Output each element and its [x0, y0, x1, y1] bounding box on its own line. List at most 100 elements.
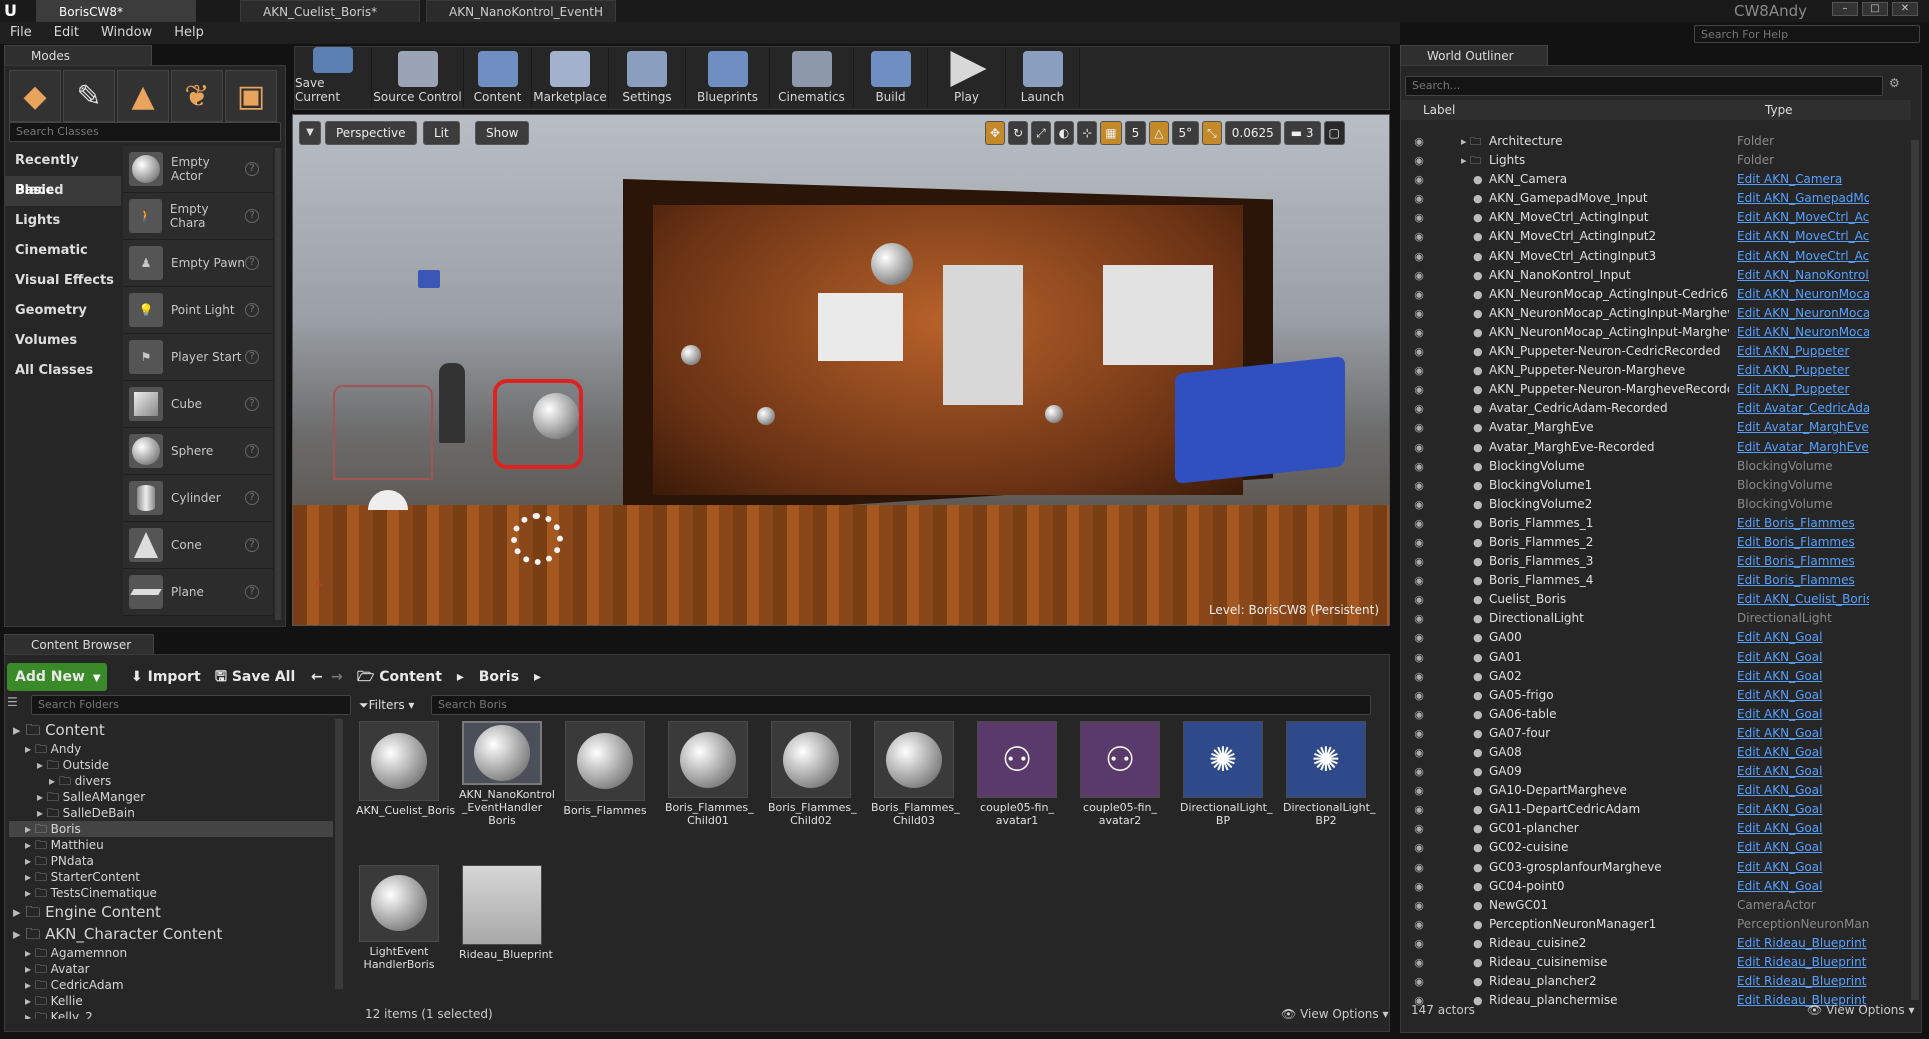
outliner-row[interactable]: ◉ ● GA05-frigo Edit AKN_Goal — [1401, 686, 1909, 705]
visibility-eye-icon[interactable]: ◉ — [1401, 552, 1437, 571]
asset-tile[interactable]: Boris_Flammes — [563, 721, 647, 827]
asset-tile[interactable]: ✺ DirectionalLight_ BP2 — [1283, 721, 1375, 827]
edit-blueprint-link[interactable]: Edit Avatar_CedricAdam — [1729, 399, 1869, 418]
edit-blueprint-link[interactable]: Edit AKN_NeuronMocap — [1729, 304, 1869, 323]
menu-help[interactable]: Help — [174, 22, 204, 44]
visibility-eye-icon[interactable]: ◉ — [1401, 819, 1437, 838]
outliner-scrollbar[interactable] — [1911, 140, 1919, 1000]
visibility-eye-icon[interactable]: ◉ — [1401, 571, 1437, 590]
world-space-icon[interactable]: ◐ — [1053, 121, 1075, 145]
scale-icon[interactable]: ⤢ — [1031, 121, 1051, 145]
visibility-eye-icon[interactable]: ◉ — [1401, 628, 1437, 647]
tab-nanokontrol[interactable]: AKN_NanoKontrol_EventH — [426, 0, 616, 22]
search-classes-input[interactable]: Search Classes — [9, 122, 281, 142]
lit-button[interactable]: Lit — [423, 121, 460, 145]
folder-item[interactable]: ▸ 🗀 divers — [9, 773, 333, 789]
edit-blueprint-link[interactable]: Edit AKN_Goal — [1729, 800, 1869, 819]
edit-blueprint-link[interactable]: Edit Avatar_MarghEve — [1729, 418, 1869, 437]
show-button[interactable]: Show — [475, 121, 530, 145]
visibility-eye-icon[interactable]: ◉ — [1401, 208, 1437, 227]
outliner-row[interactable]: ◉ ▸ 🗀 Lights Folder — [1401, 151, 1909, 170]
outliner-row[interactable]: ◉ ● GC01-plancher Edit AKN_Goal — [1401, 819, 1909, 838]
folder-item[interactable]: ▸ 🗀 Andy — [9, 741, 333, 757]
visibility-eye-icon[interactable]: ◉ — [1401, 915, 1437, 934]
modes-tab[interactable]: Modes — [4, 45, 152, 65]
place-sphere[interactable]: Sphere? — [123, 428, 273, 475]
outliner-row[interactable]: ◉ ● Rideau_cuisine2 Edit Rideau_Blueprint — [1401, 934, 1909, 953]
visibility-eye-icon[interactable]: ◉ — [1401, 266, 1437, 285]
outliner-row[interactable]: ◉ ● AKN_NanoKontrol_Input Edit AKN_NanoKon… — [1401, 266, 1909, 285]
outliner-row[interactable]: ◉ ● GA02 Edit AKN_Goal — [1401, 667, 1909, 686]
outliner-row[interactable]: ◉ ● GA01 Edit AKN_Goal — [1401, 648, 1909, 667]
visibility-eye-icon[interactable]: ◉ — [1401, 972, 1437, 991]
outliner-row[interactable]: ◉ ● AKN_MoveCtrl_ActingInput3 Edit AKN_Mov… — [1401, 247, 1909, 266]
edit-blueprint-link[interactable]: Edit AKN_Goal — [1729, 724, 1869, 743]
tab-cuelist[interactable]: AKN_Cuelist_Boris* — [240, 0, 420, 22]
close-icon[interactable]: ✕ — [1892, 2, 1918, 16]
visibility-eye-icon[interactable]: ◉ — [1401, 170, 1437, 189]
asset-tile[interactable]: Boris_Flammes_ Child01 — [665, 721, 754, 827]
outliner-row[interactable]: ◉ ● GA09 Edit AKN_Goal — [1401, 762, 1909, 781]
import-button[interactable]: ⬇ Import — [123, 663, 209, 691]
marketplace-button[interactable]: Marketplace — [532, 47, 609, 107]
folder-item[interactable]: ▸ 🗀 Matthieu — [9, 837, 333, 853]
tab-level[interactable]: BorisCW8* — [36, 0, 196, 22]
outliner-row[interactable]: ◉ ● AKN_MoveCtrl_ActingInput2 Edit AKN_Mov… — [1401, 227, 1909, 246]
visibility-eye-icon[interactable]: ◉ — [1401, 667, 1437, 686]
rotate-icon[interactable]: ↻ — [1008, 121, 1029, 145]
edit-blueprint-link[interactable]: Edit AKN_MoveCtrl_Acti — [1729, 227, 1869, 246]
outliner-row[interactable]: ◉ ● Cuelist_Boris Edit AKN_Cuelist_Boris — [1401, 590, 1909, 609]
edit-blueprint-link[interactable]: Edit AKN_Camera — [1729, 170, 1869, 189]
help-icon[interactable]: ? — [245, 209, 259, 223]
outliner-row[interactable]: ◉ ● GA06-table Edit AKN_Goal — [1401, 705, 1909, 724]
outliner-row[interactable]: ◉ ● Avatar_CedricAdam-Recorded Edit Avatar… — [1401, 399, 1909, 418]
outliner-row[interactable]: ◉ ● AKN_Puppeter-Neuron-CedricRecorded Edi… — [1401, 342, 1909, 361]
asset-tile[interactable]: Rideau_Blueprint — [459, 864, 553, 971]
folder-item[interactable]: ▸ 🗀 Avatar — [9, 961, 333, 977]
edit-blueprint-link[interactable]: Edit Avatar_MarghEve — [1729, 438, 1869, 457]
outliner-row[interactable]: ◉ ● AKN_NeuronMocap_ActingInput-Margheve E… — [1401, 304, 1909, 323]
spotlight-icon[interactable] — [871, 243, 931, 289]
category-volumes[interactable]: Volumes — [5, 326, 121, 356]
visibility-eye-icon[interactable]: ◉ — [1401, 514, 1437, 533]
build-button[interactable]: Build — [854, 47, 928, 107]
outliner-row[interactable]: ◉ ● GC03-grosplanfourMargheve Edit AKN_Goa… — [1401, 858, 1909, 877]
edit-blueprint-link[interactable]: Edit AKN_MoveCtrl_Acti — [1729, 208, 1869, 227]
source-control-button[interactable]: Source Control — [372, 47, 464, 107]
outliner-row[interactable]: ◉ ● GC02-cuisine Edit AKN_Goal — [1401, 838, 1909, 857]
visibility-eye-icon[interactable]: ◉ — [1401, 304, 1437, 323]
help-icon[interactable]: ? — [245, 256, 259, 270]
geometry-mode-icon[interactable]: ▣ — [225, 70, 277, 122]
edit-blueprint-link[interactable]: Edit Boris_Flammes — [1729, 514, 1869, 533]
visibility-eye-icon[interactable]: ◉ — [1401, 838, 1437, 857]
folder-scrollbar[interactable] — [335, 719, 343, 989]
viewport-options-icon[interactable]: ▼ — [299, 121, 321, 145]
play-button[interactable]: Play — [928, 47, 1006, 107]
save-all-button[interactable]: 🖫 Save All — [207, 663, 303, 691]
edit-blueprint-link[interactable]: Edit AKN_NeuronMocap — [1729, 285, 1869, 304]
help-icon[interactable]: ? — [245, 444, 259, 458]
folder-item[interactable]: ▸ 🗀 Outside — [9, 757, 333, 773]
blueprints-button[interactable]: Blueprints — [686, 47, 770, 107]
edit-blueprint-link[interactable]: Edit AKN_Goal — [1729, 762, 1869, 781]
menu-window[interactable]: Window — [101, 22, 152, 44]
point-light-icon[interactable] — [1045, 405, 1065, 425]
cage-actor[interactable] — [333, 385, 433, 480]
outliner-row[interactable]: ◉ ● Boris_Flammes_3 Edit Boris_Flammes — [1401, 552, 1909, 571]
outliner-row[interactable]: ◉ ● AKN_Puppeter-Neuron-MargheveRecorded E… — [1401, 380, 1909, 399]
column-label[interactable]: Label — [1423, 100, 1455, 120]
visibility-eye-icon[interactable]: ◉ — [1401, 896, 1437, 915]
category-lights[interactable]: Lights — [5, 206, 121, 236]
place-cone[interactable]: Cone? — [123, 522, 273, 569]
edit-blueprint-link[interactable]: Edit AKN_Goal — [1729, 686, 1869, 705]
help-icon[interactable]: ? — [245, 491, 259, 505]
visibility-eye-icon[interactable]: ◉ — [1401, 724, 1437, 743]
visibility-eye-icon[interactable]: ◉ — [1401, 285, 1437, 304]
visibility-eye-icon[interactable]: ◉ — [1401, 457, 1437, 476]
edit-blueprint-link[interactable]: Edit Boris_Flammes — [1729, 571, 1869, 590]
maximize-viewport-icon[interactable]: ▢ — [1323, 121, 1345, 145]
folder-item[interactable]: ▸ 🗀 Engine Content — [9, 901, 333, 923]
modes-scrollbar[interactable] — [275, 148, 281, 620]
outliner-row[interactable]: ◉ ● GA11-DepartCedricAdam Edit AKN_Goal — [1401, 800, 1909, 819]
level-viewport[interactable]: ▼ Perspective Lit Show ✥ ↻ ⤢ ◐ ⊹ ▦ 5 △ 5… — [292, 114, 1390, 626]
